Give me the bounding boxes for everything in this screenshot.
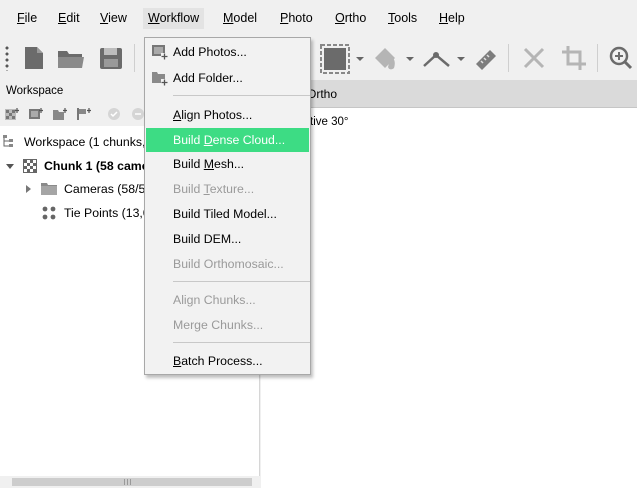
expand-cameras-arrow-icon[interactable]	[26, 185, 31, 193]
menu-item-build-dense-cloud[interactable]: Build Dense Cloud...	[146, 128, 309, 152]
new-document-icon[interactable]	[20, 44, 48, 72]
paint-brush-icon[interactable]	[372, 44, 400, 72]
open-folder-icon[interactable]	[56, 44, 84, 72]
menu-file[interactable]: File	[12, 8, 42, 29]
toolbar	[0, 36, 637, 80]
chunk-icon	[23, 159, 37, 173]
add-marker-icon[interactable]	[76, 107, 92, 121]
ortho-tab-bar: Ortho	[261, 80, 637, 108]
save-icon[interactable]	[97, 44, 125, 72]
expand-chunk-arrow-icon[interactable]	[6, 164, 14, 169]
selection-rectangle-icon[interactable]	[320, 44, 350, 74]
add-photos-icon	[152, 45, 168, 60]
ruler-icon[interactable]	[472, 44, 500, 72]
crop-icon[interactable]	[560, 44, 588, 72]
menu-item-batch-process[interactable]: Batch Process...	[146, 349, 309, 373]
workspace-tree-icon	[3, 135, 13, 147]
menu-view[interactable]: View	[95, 8, 132, 29]
add-folder-icon[interactable]	[52, 107, 68, 121]
menu-item-build-orthomosaic[interactable]: Build Orthomosaic...	[146, 252, 309, 276]
ortho-view-panel: Ortho tive 30°	[261, 80, 637, 488]
workspace-horizontal-scrollbar[interactable]	[0, 476, 260, 488]
menu-help[interactable]: Help	[434, 8, 470, 29]
tie-points-icon	[42, 206, 56, 220]
menu-item-align-chunks[interactable]: Align Chunks...	[146, 288, 309, 312]
scrollbar-thumb[interactable]	[12, 478, 252, 486]
chunk-label: Chunk 1 (58 came	[44, 159, 149, 173]
toolbar-grip[interactable]	[5, 45, 9, 71]
menu-model[interactable]: Model	[218, 8, 262, 29]
tie-points-label: Tie Points (13,0	[64, 206, 150, 220]
workflow-dropdown-menu: Add Photos... Add Folder... Align Photos…	[144, 37, 311, 375]
workspace-root-label: Workspace (1 chunks, 5	[24, 135, 156, 149]
menu-item-merge-chunks[interactable]: Merge Chunks...	[146, 313, 309, 337]
delete-x-icon[interactable]	[520, 44, 548, 72]
measure-angle-icon[interactable]	[421, 44, 450, 72]
menu-item-add-photos[interactable]: Add Photos...	[146, 40, 309, 64]
tab-ortho[interactable]: Ortho	[307, 80, 337, 108]
menu-item-build-mesh[interactable]: Build Mesh...	[146, 152, 309, 176]
menu-item-build-dem[interactable]: Build DEM...	[146, 227, 309, 251]
menu-photo[interactable]: Photo	[275, 8, 318, 29]
folder-icon	[41, 183, 57, 195]
ortho-info-text: tive 30°	[310, 116, 349, 128]
menu-item-add-folder[interactable]: Add Folder...	[146, 66, 309, 90]
zoom-icon[interactable]	[606, 44, 634, 72]
menu-edit[interactable]: Edit	[53, 8, 85, 29]
menu-workflow[interactable]: Workflow	[143, 8, 205, 29]
menu-ortho[interactable]: Ortho	[330, 8, 371, 29]
add-chunk-icon[interactable]	[4, 107, 20, 121]
enable-icon[interactable]	[106, 107, 122, 121]
cameras-label: Cameras (58/58	[64, 182, 153, 196]
menu-item-build-texture[interactable]: Build Texture...	[146, 177, 309, 201]
add-photos-icon[interactable]	[28, 107, 44, 121]
menu-item-align-photos[interactable]: Align Photos...	[146, 103, 309, 127]
menu-tools[interactable]: Tools	[383, 8, 422, 29]
menu-item-build-tiled-model[interactable]: Build Tiled Model...	[146, 202, 309, 226]
menubar: File Edit View Workflow Model Photo Orth…	[0, 0, 637, 36]
add-folder-icon	[152, 72, 168, 86]
